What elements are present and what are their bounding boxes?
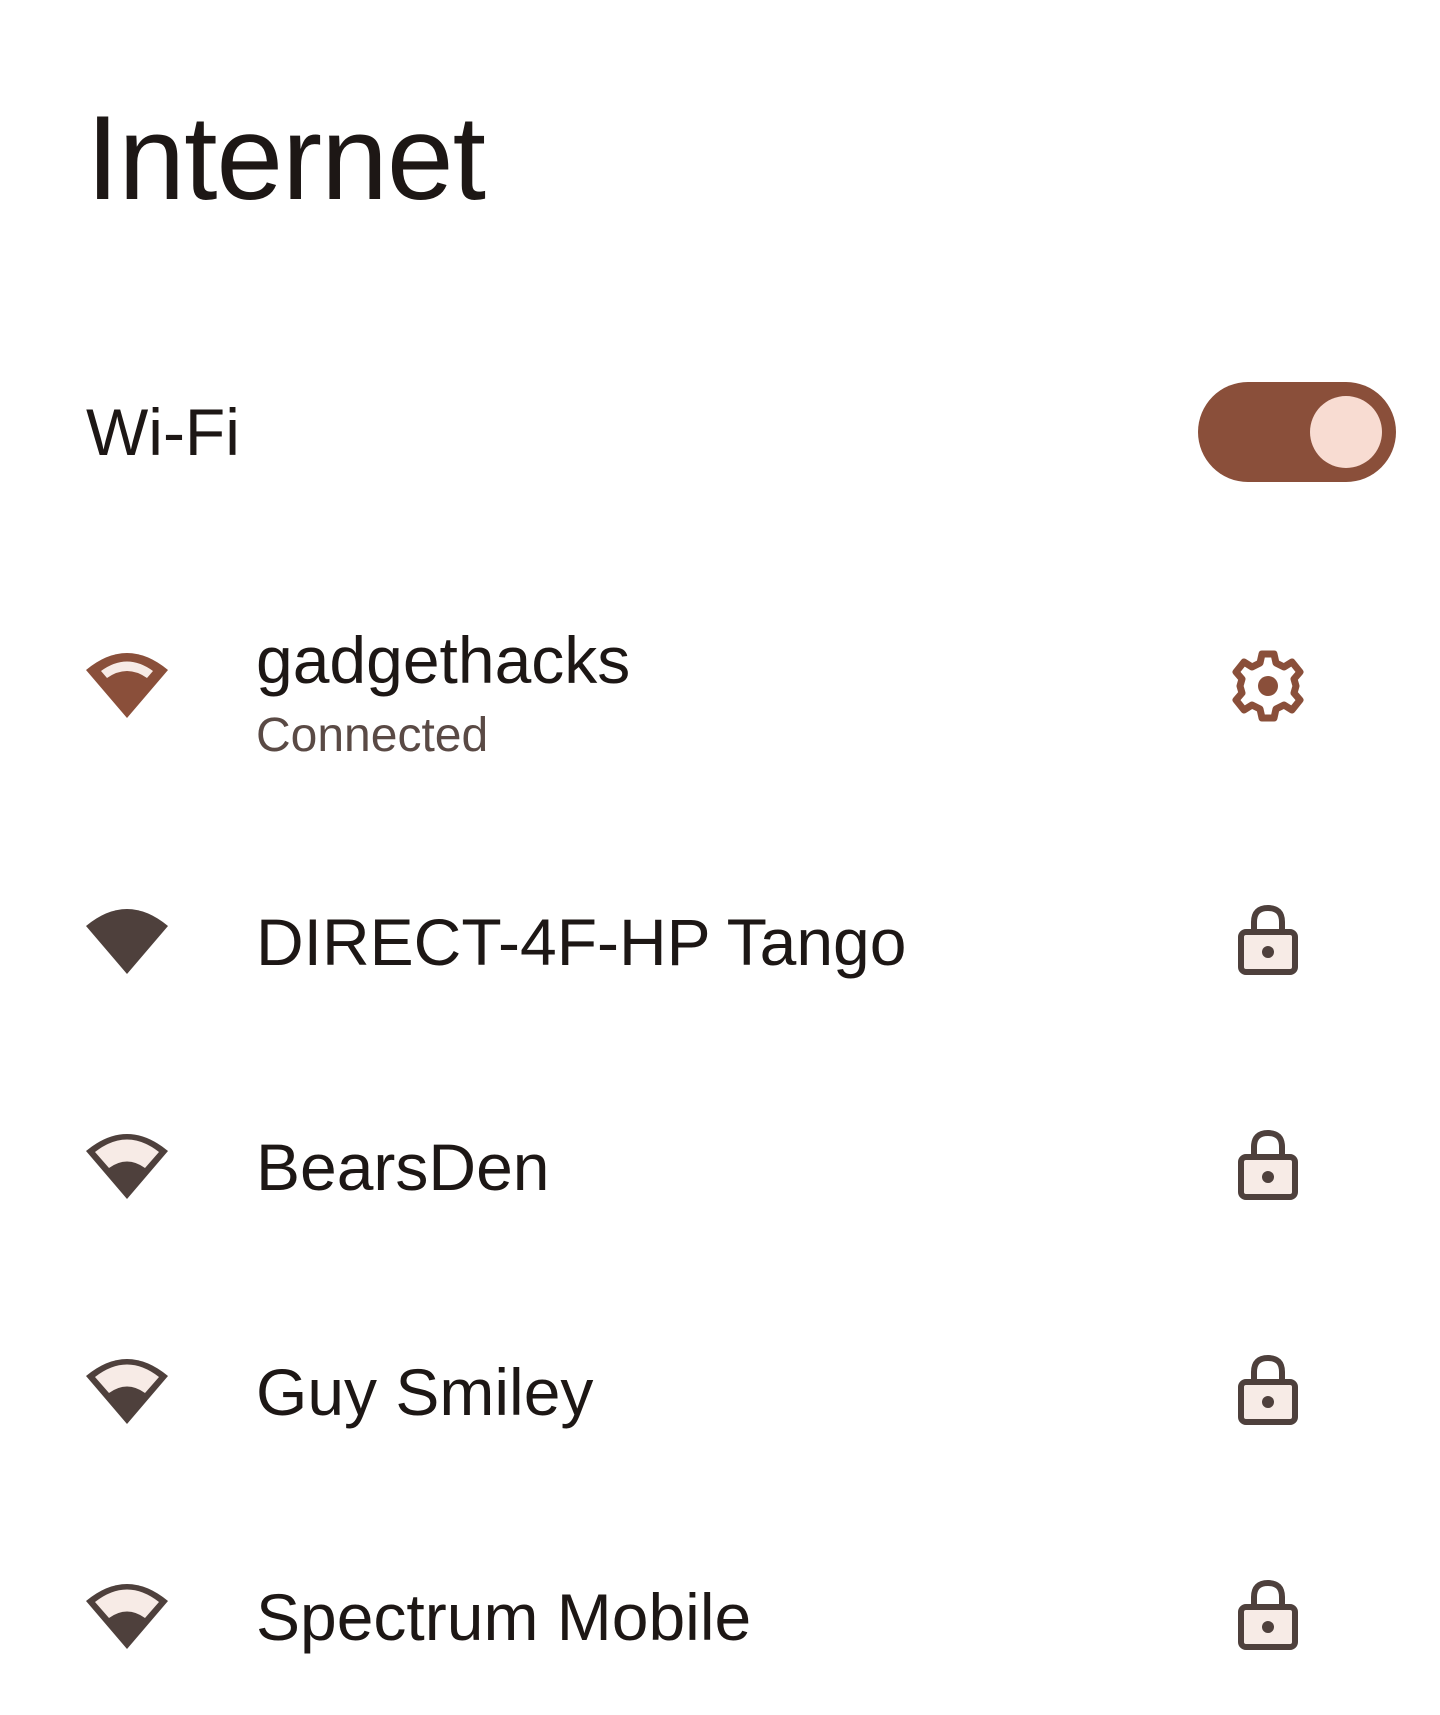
network-item-guy-smiley[interactable]: Guy Smiley — [0, 1310, 1440, 1490]
network-name: DIRECT-4F-HP Tango — [256, 905, 907, 979]
lock-icon — [1238, 1354, 1298, 1425]
network-item-spectrum-mobile[interactable]: Spectrum Mobile — [0, 1535, 1440, 1715]
network-name: Spectrum Mobile — [256, 1580, 752, 1654]
wifi-label: Wi-Fi — [86, 395, 240, 469]
gear-icon[interactable] — [1230, 648, 1306, 724]
network-name: Guy Smiley — [256, 1355, 594, 1429]
lock-icon — [1238, 1129, 1298, 1200]
wifi-toggle[interactable] — [1198, 382, 1396, 482]
wifi-signal-partial-icon — [86, 1359, 168, 1424]
wifi-toggle-knob — [1310, 396, 1382, 468]
lock-icon — [1238, 904, 1298, 975]
wifi-signal-full-icon — [86, 909, 168, 974]
lock-icon — [1238, 1579, 1298, 1650]
network-item-bearsden[interactable]: BearsDen — [0, 1085, 1440, 1265]
wifi-signal-partial-icon — [86, 1584, 168, 1649]
network-status: Connected — [256, 709, 489, 762]
wifi-signal-partial-icon — [86, 1134, 168, 1199]
network-name: BearsDen — [256, 1130, 550, 1204]
network-item-direct-4f-hp-tango[interactable]: DIRECT-4F-HP Tango — [0, 860, 1440, 1040]
wifi-toggle-row[interactable]: Wi-Fi — [0, 372, 1440, 492]
page-title: Internet — [86, 91, 486, 225]
network-item-gadgethacks[interactable]: gadgethacks Connected — [0, 600, 1440, 780]
network-name: gadgethacks — [256, 623, 631, 697]
wifi-signal-full-icon — [86, 653, 168, 718]
